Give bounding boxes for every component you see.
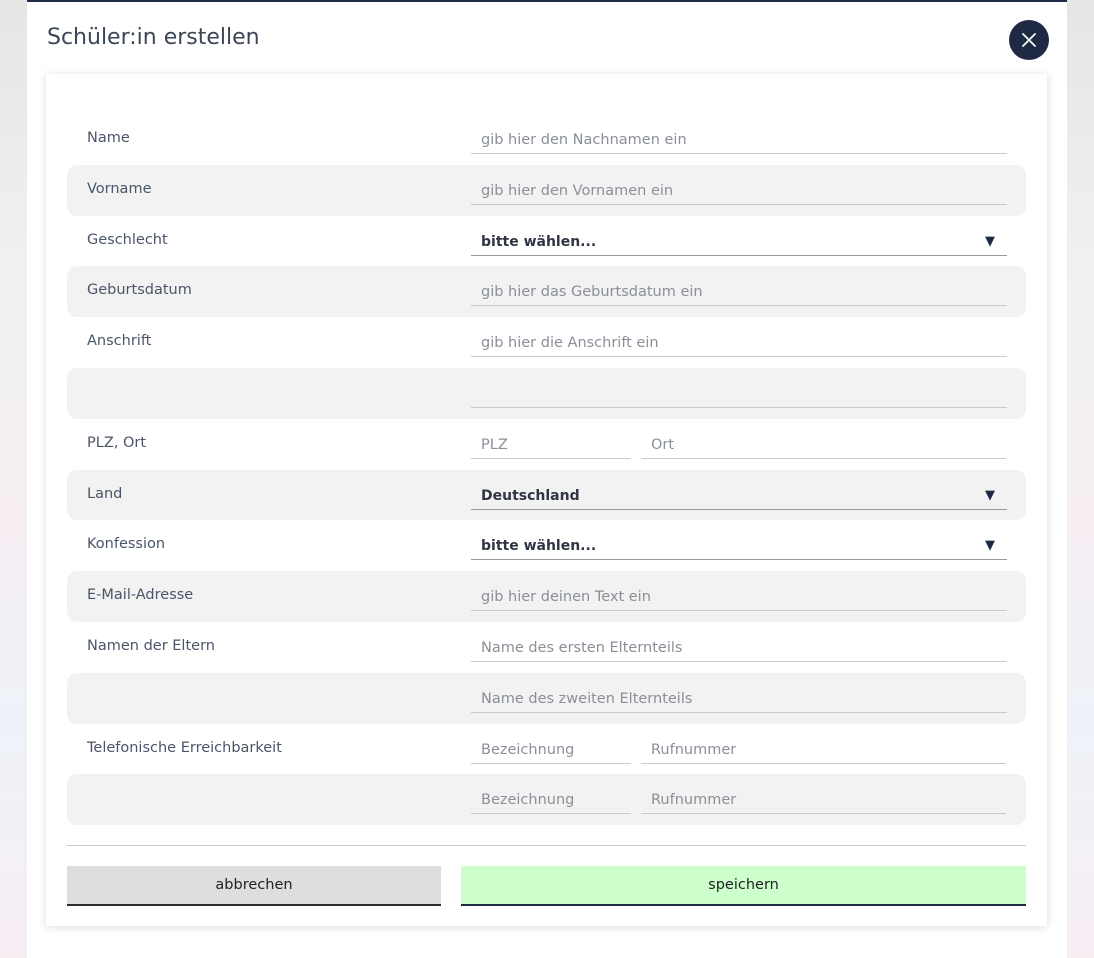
konfession-label: Konfession bbox=[87, 536, 166, 553]
save-button[interactable]: speichern bbox=[461, 866, 1026, 906]
vorname-input[interactable]: gib hier den Vornamen ein bbox=[471, 177, 1007, 205]
geburtsdatum-input[interactable]: gib hier das Geburtsdatum ein bbox=[471, 278, 1007, 307]
phone1-rufnummer-input[interactable]: Rufnummer bbox=[641, 736, 1006, 764]
plz-ort-label: PLZ, Ort bbox=[87, 434, 147, 451]
dialog-title: Schüler:in erstellen bbox=[47, 25, 260, 50]
form-row-telefon: Telefonische Erreichbarkeit Bezeichnung … bbox=[67, 724, 1026, 775]
triangle-down-icon: ▼ bbox=[985, 538, 995, 554]
plz-input[interactable]: PLZ bbox=[471, 431, 631, 459]
telefon-label: Telefonische Erreichbarkeit bbox=[87, 739, 282, 756]
phone2-bezeichnung-input[interactable]: Bezeichnung bbox=[471, 786, 631, 815]
form-row-anschrift: Anschrift gib hier die Anschrift ein bbox=[67, 317, 1026, 368]
geschlecht-value: bitte wählen... bbox=[481, 233, 597, 250]
form-row-eltern-2: Name des zweiten Elternteils bbox=[67, 672, 1026, 724]
close-button[interactable] bbox=[1009, 20, 1049, 60]
anschrift-input[interactable]: gib hier die Anschrift ein bbox=[471, 329, 1007, 358]
parent2-input[interactable]: Name des zweiten Elternteils bbox=[471, 685, 1007, 713]
geschlecht-label: Geschlecht bbox=[87, 231, 168, 248]
land-select[interactable]: Deutschland ▼ bbox=[471, 482, 1007, 510]
form-row-vorname: Vorname gib hier den Vornamen ein bbox=[67, 164, 1026, 216]
form-divider bbox=[67, 845, 1026, 846]
vorname-label: Vorname bbox=[87, 180, 152, 197]
form-row-geschlecht: Geschlecht bitte wählen... ▼ bbox=[67, 216, 1026, 267]
triangle-down-icon: ▼ bbox=[985, 487, 995, 503]
konfession-select[interactable]: bitte wählen... ▼ bbox=[471, 532, 1007, 561]
form-row-name: Name gib hier den Nachnamen ein bbox=[67, 114, 1026, 165]
form-row-eltern: Namen der Eltern Name des ersten Elternt… bbox=[67, 622, 1026, 673]
geschlecht-select[interactable]: bitte wählen... ▼ bbox=[471, 228, 1007, 256]
form-row-anschrift-line2 bbox=[67, 367, 1026, 419]
phone1-bezeichnung-input[interactable]: Bezeichnung bbox=[471, 736, 631, 764]
name-label: Name bbox=[87, 130, 130, 146]
konfession-value: bitte wählen... bbox=[481, 538, 597, 555]
phone2-rufnummer-input[interactable]: Rufnummer bbox=[641, 786, 1006, 815]
cancel-button[interactable]: abbrechen bbox=[67, 866, 441, 906]
form-row-email: E-Mail-Adresse gib hier deinen Text ein bbox=[67, 571, 1026, 622]
form-row-plz-ort: PLZ, Ort PLZ Ort bbox=[67, 419, 1026, 470]
eltern-label: Namen der Eltern bbox=[87, 637, 215, 654]
email-input[interactable]: gib hier deinen Text ein bbox=[471, 583, 1007, 612]
email-label: E-Mail-Adresse bbox=[87, 587, 194, 604]
land-value: Deutschland bbox=[481, 487, 580, 504]
form-row-telefon-2: Bezeichnung Rufnummer bbox=[67, 774, 1026, 826]
name-input[interactable]: gib hier den Nachnamen ein bbox=[471, 126, 1007, 154]
anschrift-line2-input[interactable] bbox=[471, 380, 1007, 408]
ort-input[interactable]: Ort bbox=[641, 431, 1006, 459]
form-row-konfession: Konfession bitte wählen... ▼ bbox=[67, 520, 1026, 571]
form-row-land: Land Deutschland ▼ bbox=[67, 469, 1026, 521]
form-card: Name gib hier den Nachnamen ein Vorname … bbox=[46, 74, 1047, 926]
parent1-input[interactable]: Name des ersten Elternteils bbox=[471, 634, 1007, 662]
geburtsdatum-label: Geburtsdatum bbox=[87, 282, 192, 299]
anschrift-label: Anschrift bbox=[87, 333, 152, 350]
form-row-geburtsdatum: Geburtsdatum gib hier das Geburtsdatum e… bbox=[67, 266, 1026, 318]
create-student-dialog: Schüler:in erstellen Name gib hier den N… bbox=[27, 0, 1067, 958]
land-label: Land bbox=[87, 485, 123, 502]
close-icon bbox=[1022, 33, 1036, 47]
triangle-down-icon: ▼ bbox=[985, 233, 995, 249]
student-form: Name gib hier den Nachnamen ein Vorname … bbox=[67, 114, 1026, 826]
